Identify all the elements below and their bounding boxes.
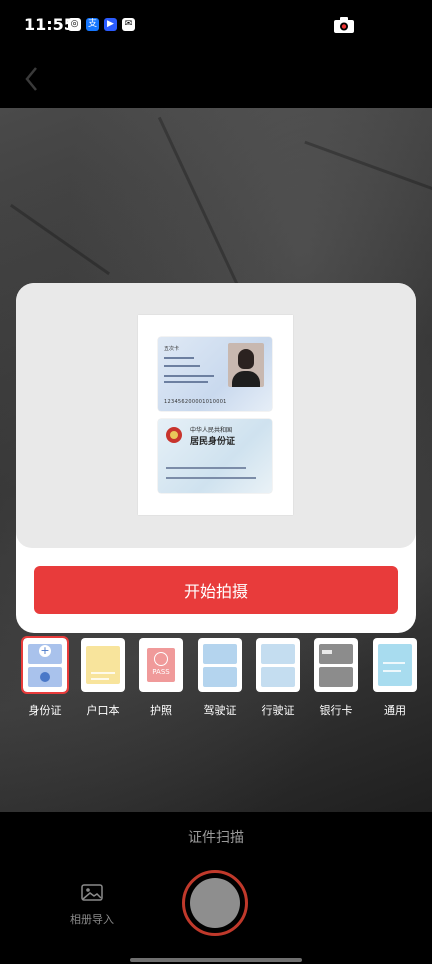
passport-badge-text: PASS [152,668,170,676]
doc-type-label: 身份证 [28,704,62,717]
id-card-guide-panel: 五次卡 123456200001010001 中华人民共和国 居民身份证 开始拍… [16,283,416,633]
id-number: 123456200001010001 [164,399,227,405]
id-card-thumb-icon: + [21,636,69,694]
doc-type-label: 驾驶证 [203,704,237,717]
doc-type-driving-license[interactable]: 驾驶证 [191,638,249,718]
doc-type-household-register[interactable]: 户口本 [74,638,132,718]
status-bar: 11:55 ◎ 支 ▶ ✉ [0,0,432,52]
video-icon: ▶ [104,18,117,31]
floor-shadow [304,140,432,199]
thumb-line [91,672,115,674]
thumb-card [319,667,353,687]
home-indicator[interactable] [130,958,302,962]
doc-type-general[interactable]: 通用 [366,638,424,718]
id-back-line [166,477,256,479]
thumb-line [91,678,109,680]
passport-thumb-icon: PASS [139,638,183,692]
doc-type-label: 户口本 [86,704,120,717]
album-import-label: 相册导入 [70,913,114,926]
status-notification-icons: ◎ 支 ▶ ✉ [68,18,135,31]
vehicle-license-thumb-icon [256,638,300,692]
id-line [164,365,200,367]
thumb-line [383,670,401,672]
general-doc-thumb-icon [373,638,417,692]
national-emblem-icon [166,427,182,443]
doc-type-label: 通用 [384,704,406,717]
doc-type-vehicle-license[interactable]: 行驶证 [249,638,307,718]
thumb-card [261,644,295,664]
bottom-controls: 证件扫描 相册导入 [0,812,432,964]
album-import-button[interactable]: 相册导入 [62,884,122,927]
id-card-back: 中华人民共和国 居民身份证 [158,419,272,493]
household-register-thumb-icon [81,638,125,692]
shutter-button[interactable] [182,870,248,936]
thumb-card [261,667,295,687]
id-line [164,381,208,383]
id-name-text: 五次卡 [164,346,180,352]
id-back-title-line1: 中华人民共和国 [190,427,233,434]
chip [322,650,332,654]
floor-shadow [157,116,246,300]
id-back-title-line2: 居民身份证 [190,437,236,447]
sample-id-document: 五次卡 123456200001010001 中华人民共和国 居民身份证 [138,315,293,515]
id-line [164,375,214,377]
id-back-line [166,467,246,469]
top-nav [0,52,432,108]
floor-shadow [9,203,111,276]
doc-type-bank-card[interactable]: 银行卡 [307,638,365,718]
thumb-card [319,644,353,664]
photo-head [238,349,254,369]
id-photo [228,343,264,387]
shutter-inner [190,878,240,928]
doc-type-label: 银行卡 [319,704,353,717]
thumb-card [203,667,237,687]
id-line [164,357,194,359]
bank-card-thumb-icon [314,638,358,692]
camera-icon [334,17,354,33]
doc-type-label: 行驶证 [261,704,295,717]
id-card-front: 五次卡 123456200001010001 [158,337,272,411]
sample-preview-area: 五次卡 123456200001010001 中华人民共和国 居民身份证 [16,283,416,548]
start-capture-button[interactable]: 开始拍摄 [34,566,398,614]
weibo-icon: ◎ [68,18,81,31]
thumb-line [383,662,405,664]
globe-icon [154,652,168,666]
mail-icon: ✉ [122,18,135,31]
plus-icon: + [39,644,51,657]
doc-type-passport[interactable]: PASS 护照 [132,638,190,718]
image-gallery-icon [81,884,103,901]
plus-icon [40,672,50,682]
thumb-card [203,644,237,664]
document-type-selector: + 身份证 户口本 PASS 护照 驾驶证 行驶证 银行卡 通用 [0,636,432,722]
passport-badge: PASS [147,648,175,682]
driving-license-thumb-icon [198,638,242,692]
photo-shoulders [232,371,260,387]
doc-type-id-card[interactable]: + 身份证 [16,636,74,718]
thumb-card [378,644,412,686]
back-arrow-icon[interactable] [22,60,42,98]
mode-label[interactable]: 证件扫描 [0,827,432,847]
alipay-icon: 支 [86,18,99,31]
doc-type-label: 护照 [150,704,172,717]
